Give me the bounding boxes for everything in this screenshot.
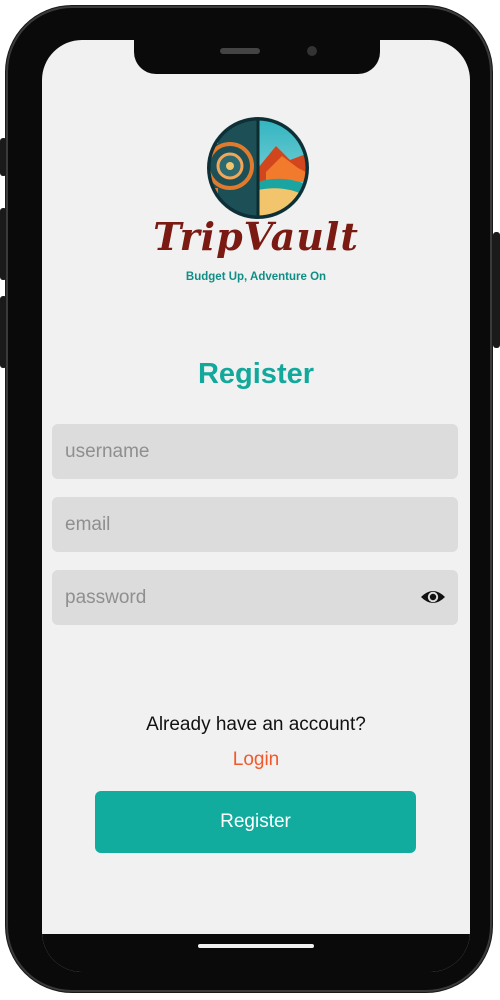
register-button[interactable]: Register: [95, 791, 416, 853]
password-input[interactable]: [52, 570, 458, 625]
brand-name: TripVault: [153, 214, 359, 259]
username-input[interactable]: [52, 424, 458, 479]
notch: [134, 40, 380, 74]
app-logo: TripVault Budget Up, Adventure On: [130, 114, 382, 294]
bottom-bezel: [42, 934, 470, 972]
app-screen: TripVault Budget Up, Adventure On Regist…: [42, 40, 470, 972]
brand-tagline: Budget Up, Adventure On: [185, 271, 327, 283]
front-camera: [307, 46, 317, 56]
power-button: [493, 232, 500, 348]
vault-emblem-icon: [207, 117, 309, 219]
phone-frame: TripVault Budget Up, Adventure On Regist…: [6, 6, 492, 992]
account-prompt: Already have an account?: [146, 714, 366, 735]
home-indicator[interactable]: [198, 944, 314, 948]
email-input[interactable]: [52, 497, 458, 552]
page-title: Register: [197, 358, 315, 390]
eye-icon[interactable]: [420, 586, 446, 608]
speaker-grille: [220, 48, 260, 54]
login-link[interactable]: Login: [206, 749, 306, 771]
